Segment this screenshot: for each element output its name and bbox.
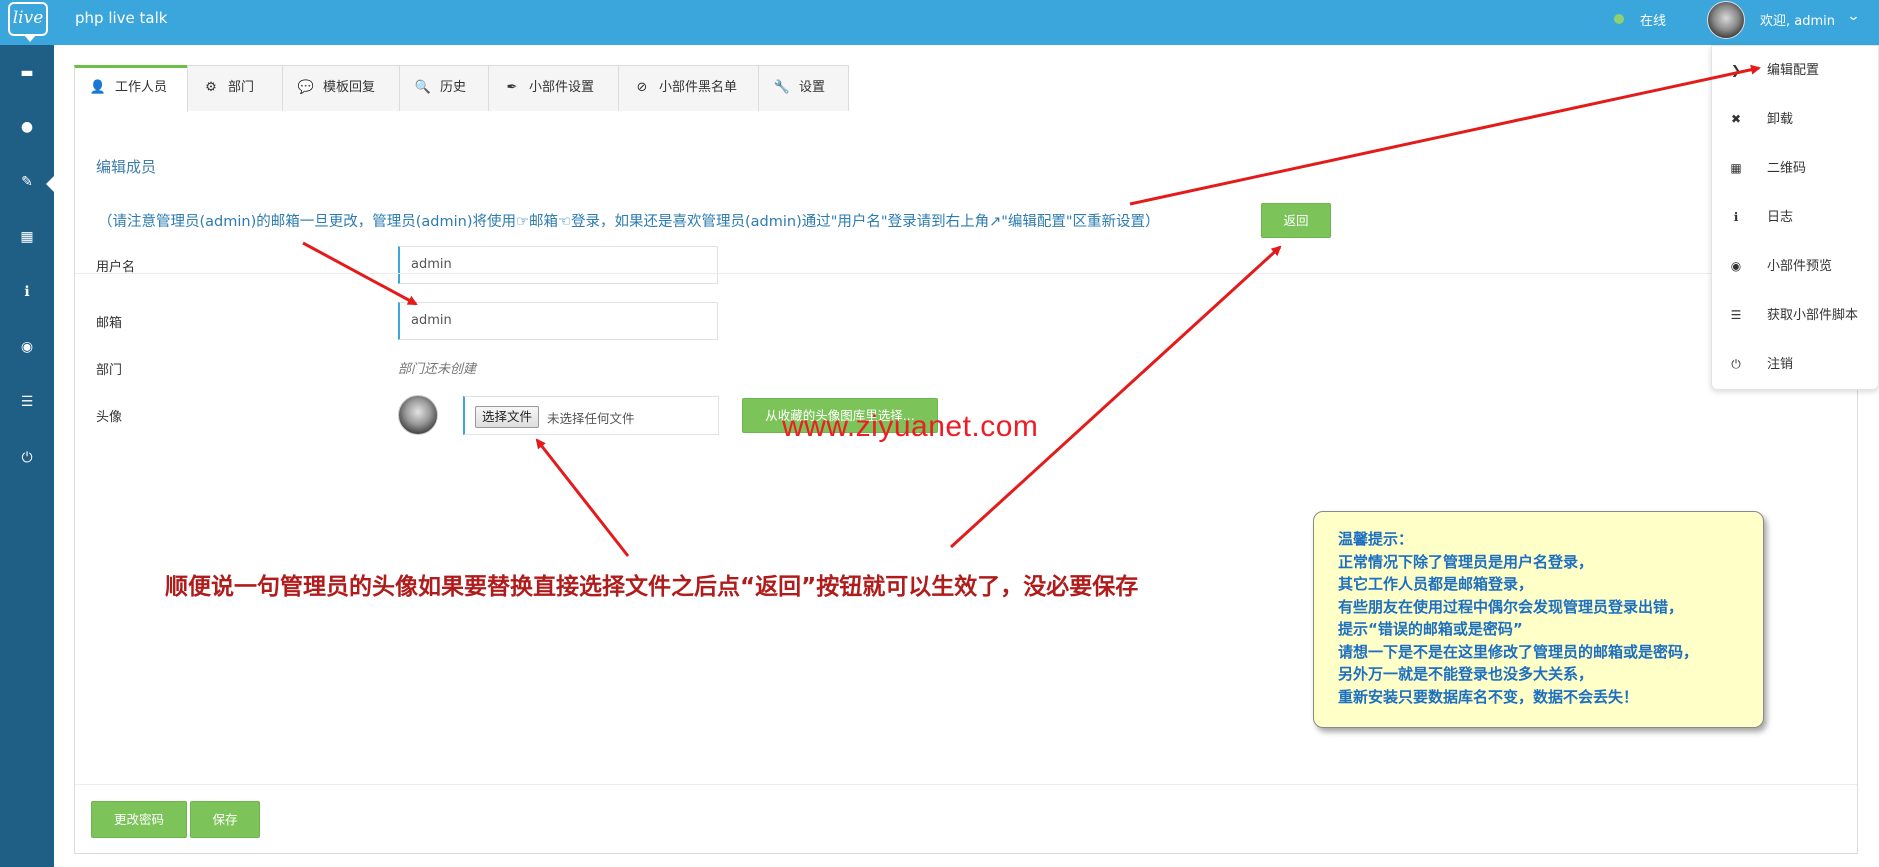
footer-divider bbox=[75, 784, 1857, 785]
avatar-file-input[interactable]: 选择文件 未选择任何文件 bbox=[463, 396, 719, 435]
chevron-right-icon: ❯ bbox=[1730, 63, 1742, 77]
menu-item-label: 卸载 bbox=[1767, 112, 1794, 127]
search-icon: 🔍 bbox=[414, 80, 432, 95]
app-logo[interactable]: live bbox=[8, 2, 48, 42]
tip-line: 温馨提示： bbox=[1338, 530, 1414, 548]
sidebar-item-chat[interactable]: ▬ bbox=[0, 53, 54, 93]
user-avatar[interactable] bbox=[1707, 1, 1745, 39]
tip-line: 请想一下是不是在这里修改了管理员的邮箱或是密码， bbox=[1338, 642, 1699, 661]
email-field[interactable]: admin bbox=[398, 302, 718, 340]
user-icon: 👤 bbox=[89, 80, 107, 95]
menu-item-label: 编辑配置 bbox=[1767, 63, 1820, 78]
tab-history[interactable]: 🔍 历史 bbox=[399, 65, 489, 111]
power-icon: ⏻ bbox=[1731, 357, 1741, 371]
tab-departments[interactable]: ⚙ 部门 bbox=[187, 65, 283, 111]
tab-widget-settings[interactable]: ✒ 小部件设置 bbox=[488, 65, 619, 111]
qrcode-icon: ▦ bbox=[20, 229, 34, 245]
info-icon: ℹ bbox=[1733, 210, 1739, 224]
sidebar-item-logout[interactable]: ⏻ bbox=[0, 438, 54, 478]
save-button[interactable]: 保存 bbox=[190, 801, 260, 838]
online-status-text[interactable]: 在线 bbox=[1640, 10, 1666, 29]
avatar-label: 头像 bbox=[96, 410, 123, 425]
align-left-icon: ☰ bbox=[1730, 308, 1742, 322]
menu-item-widget-preview[interactable]: ◉ 小部件预览 bbox=[1712, 242, 1879, 291]
menu-item-label: 二维码 bbox=[1767, 161, 1807, 176]
align-left-icon: ☰ bbox=[20, 394, 34, 410]
menu-item-qrcode[interactable]: ▦ 二维码 bbox=[1712, 144, 1879, 193]
menu-item-label: 日志 bbox=[1767, 210, 1794, 225]
user-menu-toggle[interactable]: 欢迎, admin bbox=[1760, 10, 1835, 29]
tip-line: 另外万一就是不能登录也没多大关系， bbox=[1338, 665, 1594, 683]
department-label: 部门 bbox=[96, 363, 123, 378]
sidebar-item-location[interactable]: ● bbox=[0, 107, 54, 147]
sidebar-item-script[interactable]: ☰ bbox=[0, 382, 54, 422]
tab-canned-replies[interactable]: 💬 模板回复 bbox=[282, 65, 400, 111]
tab-staff[interactable]: 👤 工作人员 bbox=[74, 65, 188, 112]
user-dropdown-menu: ❯ 编辑配置 ✖ 卸载 ▦ 二维码 ℹ 日志 ◉ 小部件预览 ☰ 获取小部件脚本 ⏻ 注销 bbox=[1711, 45, 1879, 390]
back-button[interactable]: 返回 bbox=[1261, 203, 1331, 238]
sidebar-item-info[interactable]: ℹ bbox=[0, 272, 54, 312]
avatar bbox=[398, 395, 438, 435]
eyedropper-icon: ✒ bbox=[506, 80, 518, 95]
choose-file-button[interactable]: 选择文件 bbox=[475, 406, 540, 428]
online-status-dot-icon bbox=[1614, 14, 1624, 24]
tip-line: 有些朋友在使用过程中偶尔会发现管理员登录出错， bbox=[1338, 597, 1684, 616]
tip-line: 重新安装只要数据库名不变，数据不会丢失！ bbox=[1338, 687, 1639, 706]
location-pin-icon: ● bbox=[20, 119, 34, 135]
change-password-button[interactable]: 更改密码 bbox=[91, 801, 187, 838]
menu-item-label: 小部件预览 bbox=[1767, 259, 1833, 274]
tip-line: 提示“错误的邮箱或是密码” bbox=[1338, 620, 1523, 638]
department-value: 部门还未创建 bbox=[398, 362, 477, 377]
tab-label: 小部件黑名单 bbox=[659, 80, 738, 95]
tab-label: 设置 bbox=[799, 80, 826, 95]
menu-item-widget-script[interactable]: ☰ 获取小部件脚本 bbox=[1712, 291, 1879, 340]
sidebar-item-qrcode[interactable]: ▦ bbox=[0, 217, 54, 257]
tip-line: 正常情况下除了管理员是用户名登录， bbox=[1338, 552, 1594, 571]
tab-settings[interactable]: 🔧 设置 bbox=[758, 65, 849, 111]
tip-line: 其它工作人员都是邮箱登录， bbox=[1338, 575, 1534, 593]
tab-label: 模板回复 bbox=[323, 80, 376, 95]
username-field[interactable]: admin bbox=[398, 246, 718, 284]
file-status-text: 未选择任何文件 bbox=[547, 411, 635, 426]
wrench-icon: ✎ bbox=[21, 174, 33, 190]
power-icon: ⏻ bbox=[21, 450, 33, 466]
comments-icon: 💬 bbox=[297, 80, 315, 95]
ban-icon: ⊘ bbox=[636, 80, 648, 95]
top-bar: live php live talk 在线 欢迎, admin ⌄ bbox=[0, 0, 1879, 45]
app-title: php live talk bbox=[75, 9, 168, 27]
email-label: 邮箱 bbox=[96, 316, 123, 331]
page-title: 编辑成员 bbox=[96, 158, 157, 176]
sidebar: ▬ ● ✎ ▦ ℹ ◉ ☰ ⏻ bbox=[0, 45, 54, 867]
tab-label: 小部件设置 bbox=[529, 80, 595, 95]
menu-item-edit-config[interactable]: ❯ 编辑配置 bbox=[1712, 46, 1879, 95]
close-icon: ✖ bbox=[1730, 112, 1742, 126]
sidebar-item-preview[interactable]: ◉ bbox=[0, 327, 54, 367]
tab-label: 历史 bbox=[440, 80, 467, 95]
gears-icon: ⚙ bbox=[205, 80, 217, 95]
annotation-text: 顺便说一句管理员的头像如果要替换直接选择文件之后点“返回”按钮就可以生效了，没必… bbox=[165, 574, 1139, 600]
chat-icon: ▬ bbox=[20, 65, 34, 81]
tab-label: 工作人员 bbox=[115, 80, 168, 95]
qrcode-icon: ▦ bbox=[1730, 161, 1742, 175]
menu-item-label: 获取小部件脚本 bbox=[1767, 308, 1859, 323]
wrench-icon: 🔧 bbox=[773, 80, 791, 95]
divider bbox=[75, 273, 1857, 274]
tab-label: 部门 bbox=[228, 80, 255, 95]
sidebar-active-indicator bbox=[46, 175, 55, 193]
menu-item-label: 注销 bbox=[1767, 357, 1794, 372]
eye-icon: ◉ bbox=[1730, 259, 1742, 273]
menu-item-log[interactable]: ℹ 日志 bbox=[1712, 193, 1879, 242]
eye-icon: ◉ bbox=[20, 339, 34, 355]
chevron-down-icon[interactable]: ⌄ bbox=[1846, 9, 1860, 24]
tip-box: 温馨提示： 正常情况下除了管理员是用户名登录， 其它工作人员都是邮箱登录， 有些… bbox=[1313, 511, 1764, 728]
admin-email-notice: （请注意管理员(admin)的邮箱一旦更改，管理员(admin)将使用☞邮箱☜登… bbox=[98, 214, 1160, 230]
watermark: www.ziyuanet.com bbox=[782, 410, 1039, 443]
menu-item-logout[interactable]: ⏻ 注销 bbox=[1712, 340, 1879, 389]
tab-widget-blacklist[interactable]: ⊘ 小部件黑名单 bbox=[618, 65, 759, 111]
menu-item-uninstall[interactable]: ✖ 卸载 bbox=[1712, 95, 1879, 144]
info-icon: ℹ bbox=[24, 284, 30, 300]
